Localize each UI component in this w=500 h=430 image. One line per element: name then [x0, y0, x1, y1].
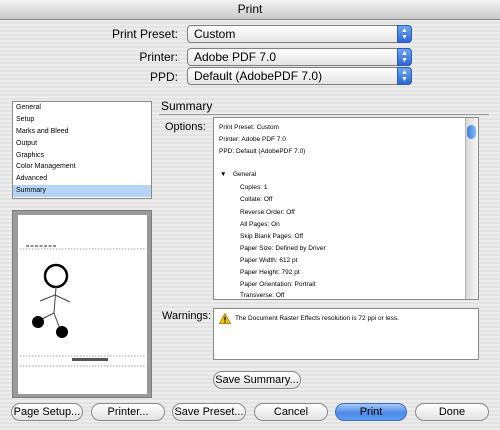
ppd-value: Default (AdobePDF 7.0): [194, 69, 323, 83]
print-preset-popup[interactable]: Custom ▲ ▼: [187, 25, 412, 43]
summary-line: Print Preset: Custom: [219, 124, 279, 131]
summary-line: Paper Size: Defined by Driver: [240, 245, 326, 252]
category-item-output[interactable]: Output: [13, 138, 151, 150]
window-title: Print: [237, 2, 263, 16]
print-preset-value: Custom: [194, 27, 236, 41]
save-summary-button[interactable]: Save Summary...: [213, 371, 301, 389]
category-item-graphics[interactable]: Graphics: [13, 150, 151, 162]
options-label: Options:: [165, 121, 206, 133]
print-button[interactable]: Print: [335, 403, 407, 421]
ppd-label: PPD:: [149, 70, 178, 84]
warning-text: The Document Raster Effects resolution i…: [235, 315, 399, 322]
ppd-popup[interactable]: Default (AdobePDF 7.0) ▲ ▼: [187, 67, 412, 85]
preview-page: [18, 215, 147, 394]
cancel-button[interactable]: Cancel: [254, 403, 328, 421]
summary-group-general: General: [233, 171, 257, 178]
section-title: Summary: [161, 99, 213, 113]
warning-icon: [219, 313, 231, 324]
summary-line: Transverse: Off: [240, 292, 285, 299]
summary-line: Copies: 1: [240, 184, 268, 191]
printer-value: Adobe PDF 7.0: [194, 50, 277, 64]
category-item-marks-and-bleed[interactable]: Marks and Bleed: [13, 126, 151, 138]
summary-line: Paper Height: 792 pt: [240, 269, 300, 276]
scrollbar-thumb[interactable]: [467, 125, 476, 139]
disclosure-triangle-icon[interactable]: ▼: [220, 171, 226, 178]
summary-line: Skip Blank Pages: Off: [240, 233, 304, 240]
printer-button[interactable]: Printer...: [91, 403, 165, 421]
summary-line: Paper Width: 612 pt: [240, 257, 298, 264]
summary-options-list[interactable]: Print Preset: Custom Printer: Adobe PDF …: [213, 117, 479, 300]
category-item-summary[interactable]: Summary: [13, 185, 151, 198]
summary-line: Paper Orientation: Portrait: [240, 281, 316, 288]
category-item-general[interactable]: General: [13, 102, 151, 114]
category-list: General Setup Marks and Bleed Output Gra…: [12, 101, 152, 199]
category-item-advanced[interactable]: Advanced: [13, 173, 151, 185]
summary-line: Reverse Order: Off: [240, 209, 295, 216]
printer-popup[interactable]: Adobe PDF 7.0 ▲ ▼: [187, 48, 412, 66]
print-preset-label: Print Preset:: [111, 27, 178, 41]
popup-arrows-icon: ▲ ▼: [397, 48, 412, 66]
popup-arrows-icon: ▲ ▼: [397, 67, 412, 85]
popup-arrows-icon: ▲ ▼: [397, 25, 412, 43]
preview-artwork: [20, 245, 145, 367]
page-setup-button[interactable]: Page Setup...: [11, 403, 83, 421]
summary-line: PPD: Default (AdobePDF 7.0): [219, 148, 306, 155]
section-divider: [159, 114, 489, 115]
summary-line: All Pages: On: [240, 221, 280, 228]
printer-label: Printer:: [139, 50, 178, 64]
done-button[interactable]: Done: [415, 403, 489, 421]
window-titlebar: Print: [0, 0, 500, 20]
category-item-color-management[interactable]: Color Management: [13, 161, 151, 173]
print-preview: [12, 210, 152, 398]
summary-scrollbar[interactable]: [465, 118, 478, 299]
warnings-box: The Document Raster Effects resolution i…: [213, 308, 479, 360]
save-preset-button[interactable]: Save Preset...: [172, 403, 246, 421]
category-item-setup[interactable]: Setup: [13, 114, 151, 126]
warnings-label: Warnings:: [162, 310, 212, 322]
summary-line: Collate: Off: [240, 196, 273, 203]
summary-line: Printer: Adobe PDF 7.0: [219, 136, 286, 143]
